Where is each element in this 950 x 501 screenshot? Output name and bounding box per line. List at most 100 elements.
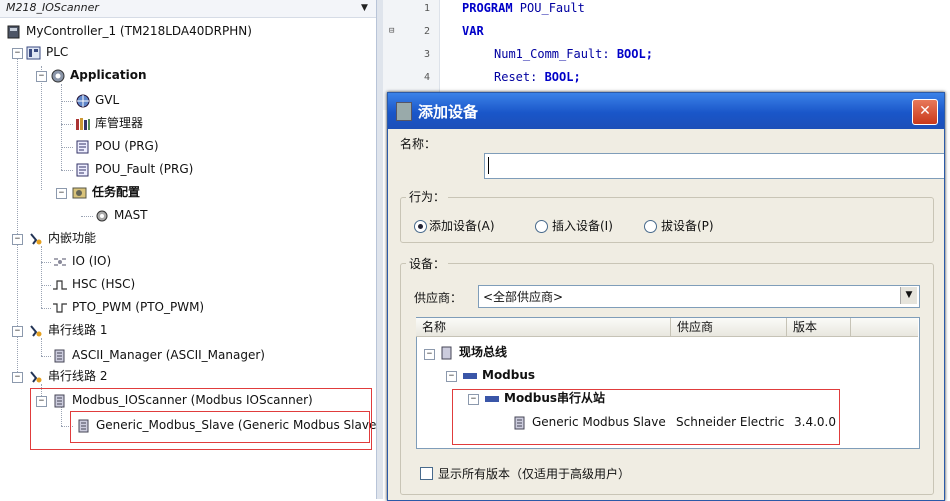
- collapse-icon[interactable]: −: [12, 48, 23, 59]
- show-all-versions-label[interactable]: 显示所有版本（仅适用于高级用户）: [438, 465, 630, 482]
- connector-icon: [28, 324, 44, 338]
- list-item-label: Modbus: [482, 368, 536, 382]
- program-icon: [75, 163, 91, 177]
- column-header-vendor[interactable]: 供应商: [671, 318, 787, 336]
- vendor-label: 供应商：: [414, 291, 463, 305]
- list-item-modbus[interactable]: Modbus: [462, 366, 535, 384]
- tree-item-hsc[interactable]: HSC (HSC): [52, 275, 135, 293]
- device-label: 设备：: [406, 255, 449, 272]
- tree-item-label: 任务配置: [92, 185, 141, 199]
- collapse-icon[interactable]: −: [12, 234, 23, 245]
- tree-item-label: IO (IO): [72, 254, 112, 268]
- close-button[interactable]: ✕: [912, 99, 938, 125]
- collapse-icon[interactable]: −: [12, 326, 23, 337]
- device-icon: [396, 102, 412, 121]
- collapse-icon[interactable]: −: [36, 71, 47, 82]
- tree-item-label: PTO_PWM (PTO_PWM): [72, 300, 205, 314]
- project-title: M218_IOScanner: [6, 1, 99, 14]
- dropdown-arrow-icon[interactable]: ▼: [900, 287, 917, 304]
- fieldbus-icon: [439, 346, 455, 360]
- tree-item-label: PLC: [46, 45, 69, 59]
- tree-item-label: 串行线路 1: [48, 323, 108, 337]
- task-config-icon: [72, 186, 88, 200]
- radio-plug-device[interactable]: [644, 220, 657, 233]
- dialog-title: 添加设备: [418, 103, 479, 121]
- connector-icon: [28, 232, 44, 246]
- gear-icon: [50, 69, 66, 83]
- code-line-3[interactable]: Num1_Comm_Fault: BOOL;: [494, 47, 653, 61]
- column-header-name[interactable]: 名称: [416, 318, 671, 336]
- collapse-icon[interactable]: −: [424, 349, 435, 360]
- bus-icon: [462, 369, 478, 383]
- highlight-box: [70, 411, 370, 443]
- line-number: 2: [423, 26, 430, 37]
- column-header-version[interactable]: 版本: [787, 318, 851, 336]
- collapse-icon[interactable]: −: [56, 188, 67, 199]
- tree-item-io[interactable]: IO (IO): [52, 252, 111, 270]
- code-type: BOOL;: [544, 70, 581, 84]
- name-label: 名称：: [400, 137, 437, 151]
- tree-item-label: HSC (HSC): [72, 277, 136, 291]
- code-line-1[interactable]: PROGRAM POU_Fault: [462, 1, 585, 15]
- tree-item-pto-pwm[interactable]: PTO_PWM (PTO_PWM): [52, 298, 204, 316]
- tree-header: M218_IOScanner ▼: [0, 0, 376, 18]
- vendor-value: <全部供应商>: [483, 290, 564, 304]
- line-number: 3: [423, 49, 430, 60]
- code-type: BOOL;: [616, 47, 653, 61]
- tree-item-application[interactable]: Application: [50, 66, 147, 84]
- tree-item-pou[interactable]: POU (PRG): [75, 137, 159, 155]
- tree-item-label: Application: [70, 68, 147, 82]
- code-keyword: PROGRAM: [462, 1, 513, 15]
- tree-item-mast[interactable]: MAST: [94, 206, 148, 224]
- vendor-select[interactable]: <全部供应商>: [478, 285, 920, 308]
- io-icon: [52, 255, 68, 269]
- line-number: 1: [423, 3, 430, 14]
- tree-item-label: 串行线路 2: [48, 369, 108, 383]
- radio-add-device-label[interactable]: 添加设备(A): [429, 217, 495, 234]
- globe-icon: [75, 94, 91, 108]
- highlight-box: [452, 389, 840, 445]
- tree-item-label: GVL: [95, 93, 120, 107]
- radio-insert-device-label[interactable]: 插入设备(I): [552, 217, 613, 234]
- show-all-versions-checkbox[interactable]: [420, 467, 433, 480]
- code-keyword: VAR: [462, 24, 484, 38]
- tree-item-gvl[interactable]: GVL: [75, 91, 119, 109]
- radio-plug-device-label[interactable]: 拔设备(P): [661, 217, 714, 234]
- tree-item-label: POU (PRG): [95, 139, 159, 153]
- tree-item-label: MAST: [114, 208, 148, 222]
- text-caret: [488, 157, 489, 174]
- connector-icon: [28, 370, 44, 384]
- tree-item-plc[interactable]: PLC: [26, 43, 68, 61]
- tree-item-serial-line-1[interactable]: 串行线路 1: [28, 321, 107, 339]
- controller-icon: [6, 25, 22, 39]
- code-text: Reset:: [494, 70, 545, 84]
- tree-item-controller[interactable]: MyController_1 (TM218LDA40DRPHN): [6, 22, 252, 40]
- pulse-icon: [52, 301, 68, 315]
- dropdown-arrow-icon[interactable]: ▼: [356, 1, 373, 15]
- tree-item-library-manager[interactable]: 库管理器: [75, 114, 143, 132]
- code-line-4[interactable]: Reset: BOOL;: [494, 70, 581, 84]
- device-list-header: 名称 供应商 版本: [416, 318, 918, 337]
- radio-add-device[interactable]: [414, 220, 427, 233]
- code-line-2[interactable]: VAR: [462, 24, 484, 38]
- radio-insert-device[interactable]: [535, 220, 548, 233]
- dialog-titlebar[interactable]: 添加设备 ✕: [388, 93, 944, 129]
- tree-item-pou-fault[interactable]: POU_Fault (PRG): [75, 160, 193, 178]
- collapse-icon[interactable]: −: [446, 371, 457, 382]
- name-input[interactable]: [484, 153, 944, 179]
- tree-item-task-config[interactable]: 任务配置: [72, 183, 140, 201]
- plc-icon: [26, 46, 42, 60]
- task-gear-icon: [94, 209, 110, 223]
- tree-item-label: 内嵌功能: [48, 231, 97, 245]
- program-icon: [75, 140, 91, 154]
- tree-item-serial-line-2[interactable]: 串行线路 2: [28, 367, 107, 385]
- tree-item-embedded-functions[interactable]: 内嵌功能: [28, 229, 96, 247]
- tree-item-label: 库管理器: [95, 116, 144, 130]
- list-item-label: 现场总线: [459, 345, 508, 359]
- fold-icon[interactable]: ⊟: [389, 26, 394, 36]
- device-icon: [52, 349, 68, 363]
- list-item-fieldbus[interactable]: 现场总线: [439, 343, 507, 361]
- collapse-icon[interactable]: −: [12, 372, 23, 383]
- tree-item-ascii-manager[interactable]: ASCII_Manager (ASCII_Manager): [52, 346, 265, 364]
- library-icon: [75, 117, 91, 131]
